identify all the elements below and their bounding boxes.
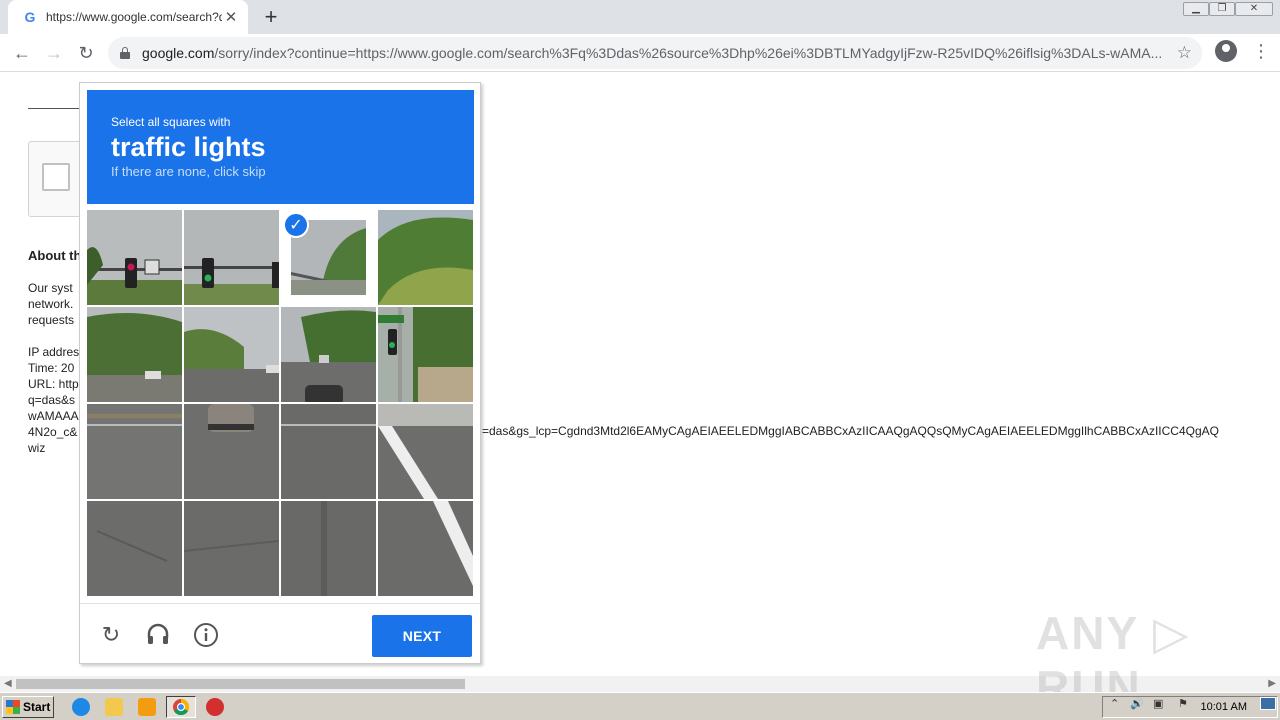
image-grid (87, 210, 474, 597)
about-text: Our syst network. requests (28, 281, 75, 327)
browser-menu-icon[interactable]: ⋮ (1252, 40, 1270, 62)
grid-tile-1[interactable] (87, 210, 182, 305)
grid-tile-12[interactable] (378, 404, 473, 499)
scrollbar-thumb[interactable] (16, 679, 465, 689)
grid-tile-16[interactable] (378, 501, 473, 596)
new-tab-button[interactable]: + (258, 4, 284, 30)
grid-tile-10[interactable] (184, 404, 279, 499)
grid-tile-8[interactable] (378, 307, 473, 402)
reload-challenge-icon[interactable]: ↻ (98, 622, 124, 648)
network-icon[interactable]: ▣ (1153, 697, 1167, 710)
request-url-tail: =das&gs_lcp=Cgdnd3Mtd2l6EAMyCAgAEIAEELED… (482, 424, 1219, 438)
challenge-header: Select all squares with traffic lights I… (87, 90, 474, 204)
info-icon[interactable] (193, 622, 219, 648)
challenge-footer: ↻ NEXT (80, 603, 480, 663)
windows-flag-icon (6, 700, 20, 714)
tray-expand-icon[interactable]: ⌃ (1110, 697, 1124, 710)
volume-icon[interactable]: 🔊 (1130, 697, 1144, 710)
tile-selected-check-icon: ✓ (283, 212, 309, 238)
url-text: google.com/sorry/index?continue=https://… (142, 45, 1162, 61)
google-g-icon: G (24, 9, 36, 25)
address-bar[interactable]: google.com/sorry/index?continue=https://… (108, 37, 1202, 69)
action-center-flag-icon[interactable]: ⚑ (1178, 697, 1192, 710)
profile-avatar-icon[interactable] (1215, 40, 1237, 62)
grid-tile-6[interactable] (184, 307, 279, 402)
close-window-button[interactable]: ✕ (1235, 2, 1273, 16)
grid-tile-13[interactable] (87, 501, 182, 596)
restore-window-button[interactable]: ❐ (1209, 2, 1235, 16)
antivirus-icon[interactable] (206, 698, 224, 716)
tab-google-search[interactable]: G https://www.google.com/search?q= ✕ (8, 0, 248, 34)
request-details: IP addres Time: 20 URL: http q=das&s wAM… (28, 345, 80, 455)
scroll-left-arrow-icon[interactable]: ◀ (4, 678, 12, 689)
reload-icon[interactable]: ↻ (72, 39, 100, 67)
grid-tile-7[interactable] (281, 307, 376, 402)
grid-tile-14[interactable] (184, 501, 279, 596)
forward-arrow-icon[interactable]: → (40, 39, 68, 67)
challenge-hint: If there are none, click skip (111, 164, 266, 179)
start-button[interactable]: Start (2, 696, 54, 718)
media-player-icon[interactable] (138, 698, 156, 716)
show-desktop-icon[interactable] (1260, 697, 1276, 710)
browser-toolbar: ← → ↻ google.com/sorry/index?continue=ht… (0, 34, 1280, 72)
challenge-target: traffic lights (111, 132, 266, 162)
bookmark-star-icon[interactable]: ☆ (1177, 43, 1192, 63)
internet-explorer-icon[interactable] (72, 698, 90, 716)
tab-title: https://www.google.com/search?q= (46, 10, 222, 24)
windows-taskbar: Start 10:01 AM ⌃ 🔊 ▣ ⚑ (0, 692, 1280, 720)
minimize-window-button[interactable]: ▁ (1183, 2, 1209, 16)
close-tab-icon[interactable]: ✕ (222, 8, 240, 26)
tab-strip: G https://www.google.com/search?q= ✕ + ▁… (0, 0, 1280, 34)
back-arrow-icon[interactable]: ← (8, 39, 36, 67)
grid-tile-5[interactable] (87, 307, 182, 402)
clock: 10:01 AM (1200, 701, 1247, 713)
about-heading: About th (28, 248, 82, 263)
recaptcha-checkbox[interactable] (42, 163, 70, 191)
recaptcha-challenge: Select all squares with traffic lights I… (79, 82, 481, 664)
grid-tile-15[interactable] (281, 501, 376, 596)
grid-tile-11[interactable] (281, 404, 376, 499)
next-button[interactable]: NEXT (372, 615, 472, 657)
taskbar-chrome-button[interactable] (166, 696, 196, 718)
grid-tile-2[interactable] (184, 210, 279, 305)
file-explorer-icon[interactable] (105, 698, 123, 716)
grid-tile-4[interactable] (378, 210, 473, 305)
lock-icon (120, 47, 130, 59)
audio-challenge-icon[interactable] (145, 622, 171, 648)
challenge-instruction: Select all squares with (111, 115, 231, 129)
grid-tile-9[interactable] (87, 404, 182, 499)
